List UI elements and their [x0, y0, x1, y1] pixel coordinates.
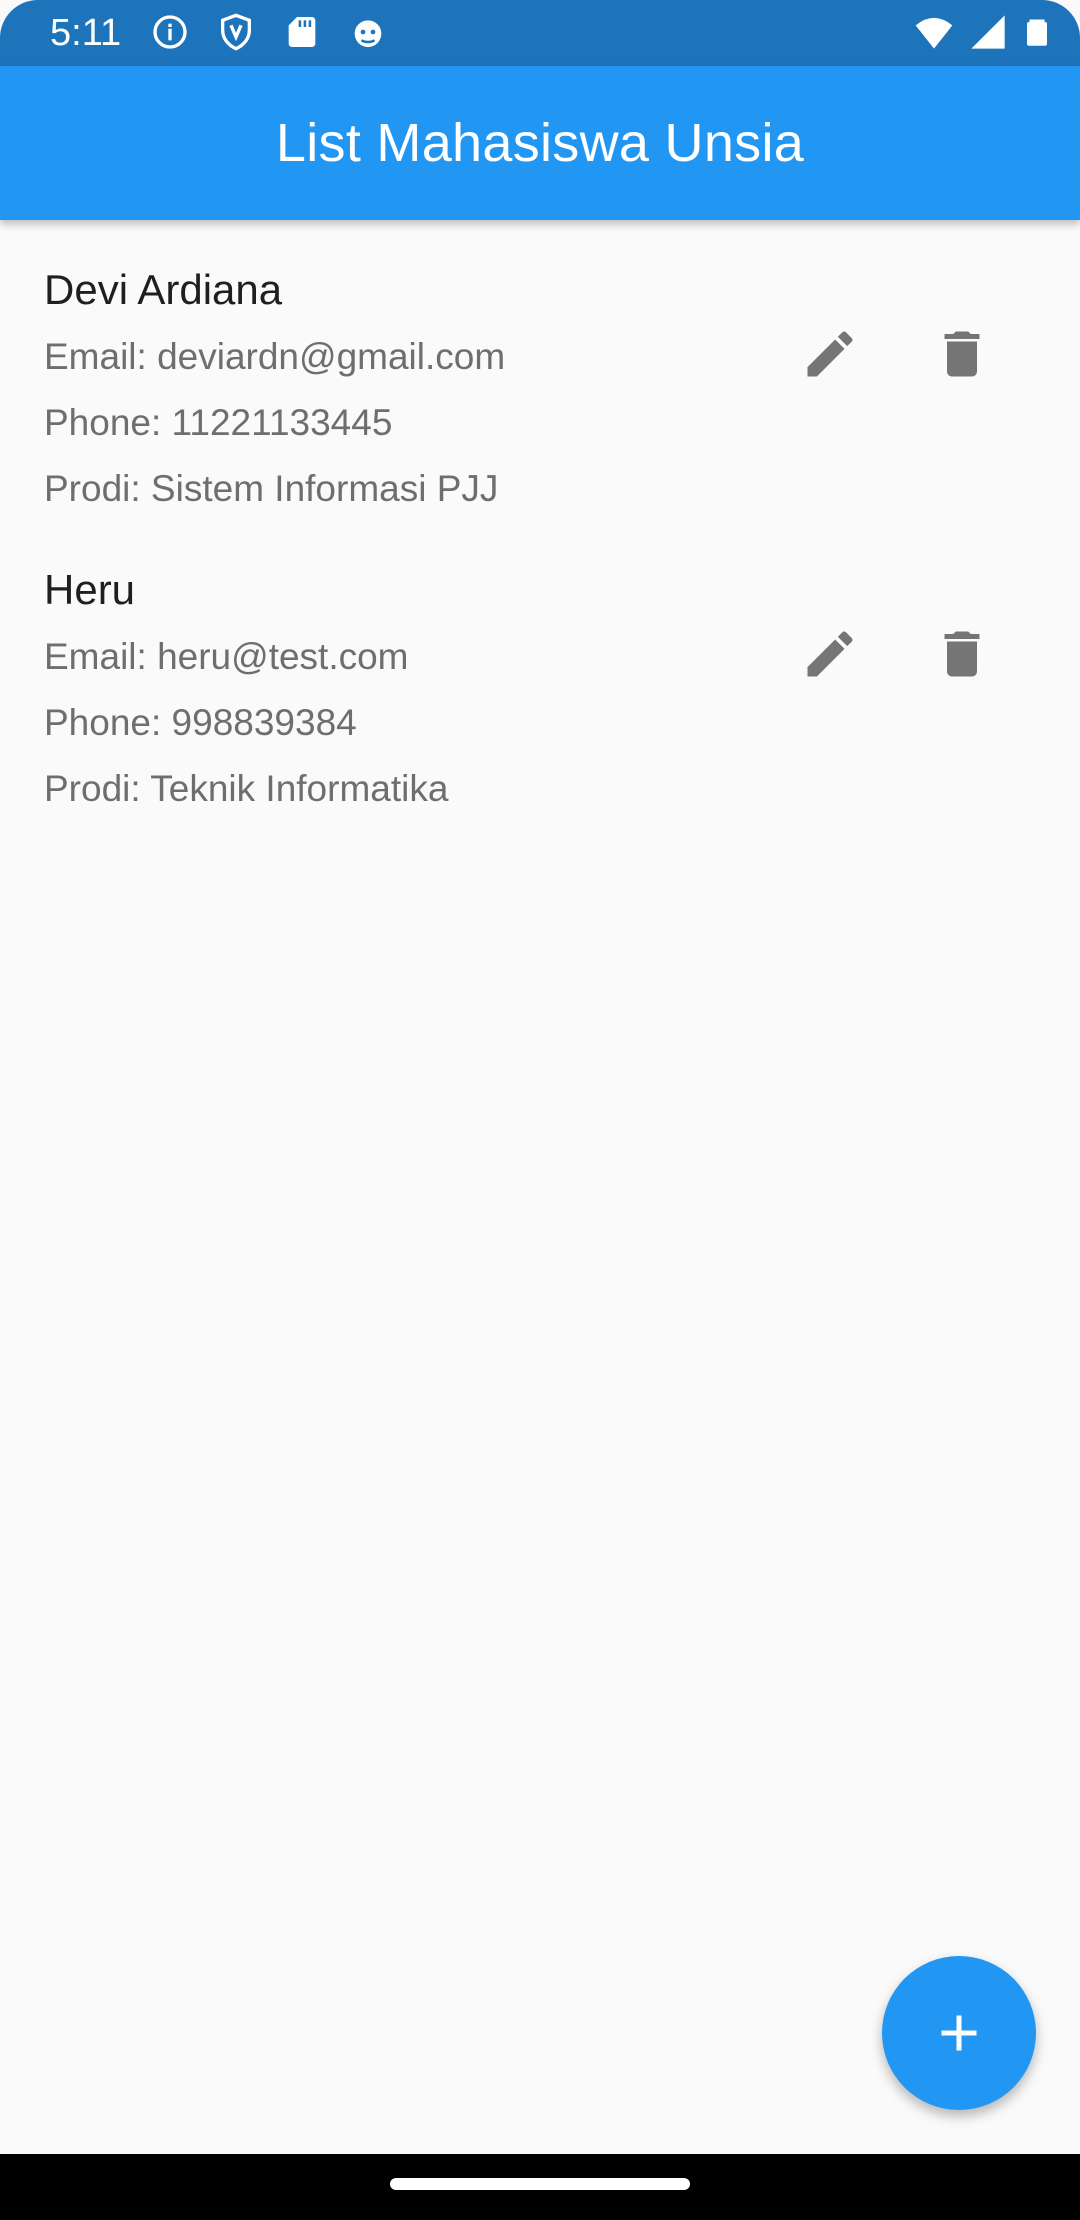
list-item[interactable]: Devi Ardiana Email: deviardn@gmail.com P…: [0, 220, 1080, 520]
pencil-icon: [807, 331, 853, 377]
android-debug-icon: [354, 20, 382, 47]
student-info: Heru Email: heru@test.com Phone: 9988393…: [44, 556, 448, 822]
battery-icon: [1027, 19, 1047, 46]
item-actions: [800, 324, 992, 384]
student-name: Heru: [44, 566, 136, 613]
list-item[interactable]: Heru Email: heru@test.com Phone: 9988393…: [0, 520, 1080, 820]
status-bar: 5:11: [0, 0, 1080, 66]
trash-icon: [944, 631, 980, 677]
edit-button[interactable]: [800, 624, 860, 684]
student-email: Email: heru@test.com: [44, 636, 409, 677]
status-icons-left: [150, 12, 388, 52]
student-prodi: Prodi: Sistem Informasi PJJ: [44, 468, 499, 509]
wifi-icon: [915, 17, 953, 49]
delete-button[interactable]: [932, 324, 992, 384]
add-student-button[interactable]: [882, 1956, 1036, 2110]
student-phone: Phone: 998839384: [44, 702, 357, 743]
student-list: Devi Ardiana Email: deviardn@gmail.com P…: [0, 220, 1080, 820]
edit-button[interactable]: [800, 324, 860, 384]
navigation-bar: [0, 2154, 1080, 2220]
signal-icon: [971, 15, 1005, 49]
sd-card-icon: [288, 17, 316, 47]
student-email: Email: deviardn@gmail.com: [44, 336, 506, 377]
delete-button[interactable]: [932, 624, 992, 684]
status-icons-right: [914, 12, 1052, 52]
pencil-icon: [807, 631, 853, 677]
shield-icon: [221, 13, 251, 51]
home-indicator[interactable]: [390, 2178, 690, 2190]
student-prodi: Prodi: Teknik Informatika: [44, 768, 449, 809]
page-title: List Mahasiswa Unsia: [275, 113, 805, 173]
trash-icon: [944, 331, 980, 377]
student-phone: Phone: 11221133445: [44, 402, 393, 443]
status-time: 5:11: [50, 12, 122, 54]
item-actions: [800, 624, 992, 684]
app-bar: List Mahasiswa Unsia: [0, 66, 1080, 220]
student-name: Devi Ardiana: [44, 266, 283, 313]
info-icon: [153, 15, 187, 49]
student-info: Devi Ardiana Email: deviardn@gmail.com P…: [44, 256, 505, 522]
plus-icon: [941, 2015, 977, 2051]
